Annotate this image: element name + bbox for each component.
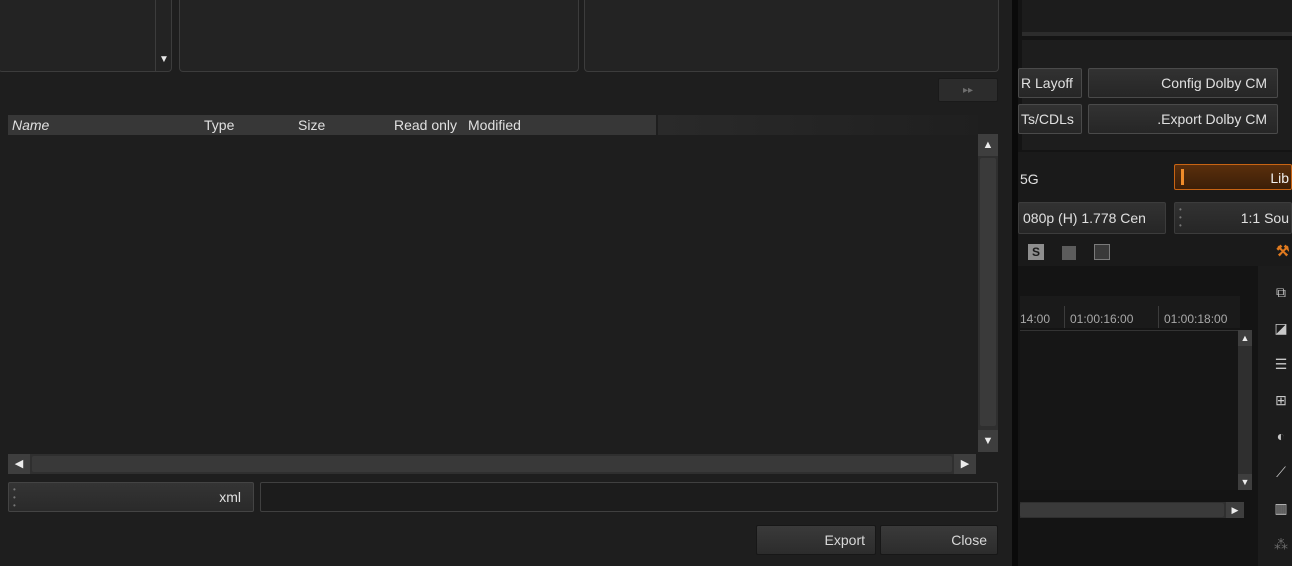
side-toolbar: ⧉ ◪ ☰ ⊞ ◐ ⟋ ▥ ⁂: [1258, 266, 1292, 566]
format-selector[interactable]: 080p (H) 1.778 Cen: [1018, 202, 1166, 234]
file-list-header: Name Type Size Read only Modified: [8, 115, 656, 135]
vertical-scrollbar[interactable]: ▲ ▼: [978, 134, 998, 452]
stereo-icon[interactable]: S: [1028, 244, 1044, 260]
lib-button[interactable]: Lib: [1174, 164, 1292, 190]
filter-value: xml: [219, 489, 241, 505]
scale-selector[interactable]: • • • 1:1 Sou: [1174, 202, 1292, 234]
timeline-hscroll[interactable]: ▶: [1020, 502, 1244, 518]
preview-panel-right: [584, 0, 999, 72]
column-read-only[interactable]: Read only: [394, 115, 457, 135]
timecode-ruler: 14:00 01:00:16:00 01:00:18:00: [1020, 296, 1240, 328]
tick: [1064, 306, 1065, 328]
config-dolby-button[interactable]: Config Dolby CM: [1088, 68, 1278, 98]
scroll-down-icon[interactable]: ▼: [1238, 474, 1252, 490]
scale-value: 1:1 Sou: [1240, 210, 1289, 226]
lib-label: Lib: [1270, 170, 1289, 186]
spin-dots-icon: • • •: [13, 485, 16, 510]
spin-dots-icon: • • •: [1179, 205, 1182, 230]
timecode-2: 01:00:18:00: [1164, 312, 1228, 326]
file-list[interactable]: [8, 135, 976, 451]
scroll-thumb[interactable]: [980, 158, 996, 426]
filename-input[interactable]: [260, 482, 998, 512]
list-icon[interactable]: ☰: [1272, 356, 1290, 374]
header-filler: [658, 115, 978, 135]
label-5g: 5G: [1020, 171, 1039, 187]
column-size[interactable]: Size: [298, 115, 325, 135]
scroll-left-icon[interactable]: ◀: [8, 454, 30, 474]
scroll-up-icon[interactable]: ▲: [978, 134, 998, 156]
histogram-icon[interactable]: ▥: [1272, 500, 1290, 518]
column-modified[interactable]: Modified: [468, 115, 521, 135]
color-icon[interactable]: ◐: [1272, 428, 1290, 446]
layout-icon[interactable]: [1094, 244, 1110, 260]
export-button[interactable]: Export: [756, 525, 876, 555]
curve-icon[interactable]: ⟋: [1272, 464, 1290, 482]
scroll-right-icon[interactable]: ▶: [1226, 502, 1244, 518]
timecode-0: 14:00: [1020, 312, 1051, 326]
timeline-vscroll[interactable]: ▲ ▼: [1238, 330, 1252, 490]
viewer-icon[interactable]: ⧉: [1272, 284, 1290, 302]
file-type-filter[interactable]: • • • xml: [8, 482, 254, 512]
track-area[interactable]: [1020, 330, 1240, 490]
h-scroll-thumb[interactable]: [1020, 503, 1224, 517]
r-layoff-button[interactable]: R Layoff: [1018, 68, 1082, 98]
close-button[interactable]: Close: [880, 525, 998, 555]
horizontal-scrollbar[interactable]: ◀ ▶: [8, 454, 976, 474]
lib-indicator: [1181, 169, 1184, 185]
nodes-icon[interactable]: ⁂: [1272, 536, 1290, 554]
timecode-1: 01:00:16:00: [1070, 312, 1134, 326]
column-type[interactable]: Type: [204, 115, 234, 135]
wrench-icon[interactable]: ⚒: [1276, 242, 1292, 260]
scroll-right-icon[interactable]: ▶: [954, 454, 976, 474]
fast-forward-icon: ▸▸: [962, 85, 974, 96]
top-strip: [1022, 0, 1292, 32]
export-dolby-button[interactable]: .Export Dolby CM: [1088, 104, 1278, 134]
scroll-up-icon[interactable]: ▲: [1238, 330, 1252, 346]
ts-cdls-button[interactable]: Ts/CDLs: [1018, 104, 1082, 134]
export-dialog: ▼ ▸▸ Name Type Size Read only Modified ▲…: [0, 0, 1012, 566]
h-scroll-thumb[interactable]: [32, 456, 952, 472]
tick: [1158, 306, 1159, 328]
scroll-down-icon[interactable]: ▼: [978, 430, 998, 452]
aspect-icon[interactable]: ◪: [1272, 320, 1290, 338]
folder-panel[interactable]: ▼: [0, 0, 172, 72]
background-app-panel: R Layoff Config Dolby CM Ts/CDLs .Export…: [1012, 0, 1292, 566]
preview-panel-left: [179, 0, 579, 72]
dropdown-arrow-icon[interactable]: ▼: [156, 50, 172, 70]
grid-icon[interactable]: ⊞: [1272, 392, 1290, 410]
forward-button[interactable]: ▸▸: [938, 78, 998, 102]
square-icon[interactable]: [1062, 246, 1076, 260]
top-strip-line: [1022, 32, 1292, 36]
column-name[interactable]: Name: [12, 115, 49, 135]
